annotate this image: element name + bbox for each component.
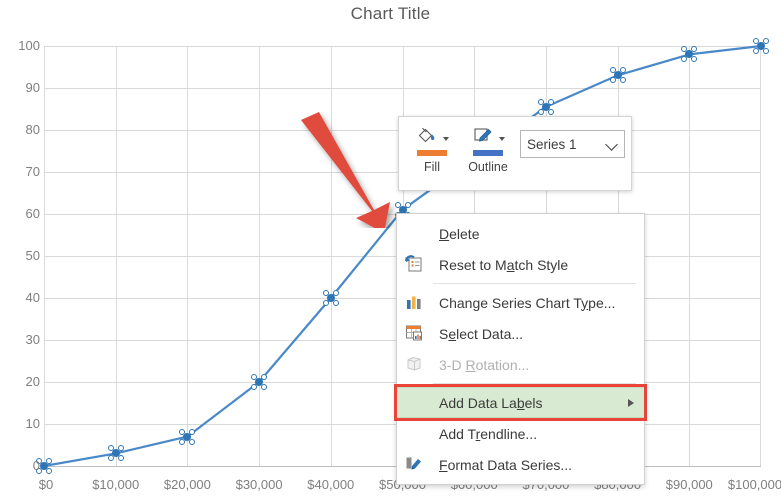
paint-bucket-icon bbox=[418, 127, 434, 143]
excel-chart-canvas[interactable]: Chart Title 0 10 20 30 40 50 60 70 80 90 100 $0 $10… bbox=[0, 0, 781, 502]
format-series-icon bbox=[405, 455, 431, 475]
outline-label: Outline bbox=[468, 160, 508, 174]
context-menu-item: 3-D Rotation... bbox=[397, 349, 644, 380]
context-menu-item[interactable]: Format Data Series... bbox=[397, 449, 644, 480]
data-point-marker[interactable] bbox=[107, 445, 124, 462]
selection-handle[interactable] bbox=[189, 428, 196, 435]
series-select-value: Series 1 bbox=[527, 136, 577, 152]
y-axis-tick-label: 10 bbox=[25, 416, 40, 431]
fill-label: Fill bbox=[424, 160, 440, 174]
y-axis-tick-label: 30 bbox=[25, 332, 40, 347]
outline-color-swatch bbox=[473, 150, 503, 156]
context-menu-item-label: Reset to Match Style bbox=[439, 256, 569, 273]
context-menu-item-label: Select Data... bbox=[439, 325, 524, 342]
pencil-outline-icon bbox=[473, 128, 492, 142]
y-axis-tick-label: 70 bbox=[25, 164, 40, 179]
context-menu-item-label: Change Series Chart Type... bbox=[439, 294, 616, 311]
selection-handle[interactable] bbox=[609, 77, 616, 84]
x-axis-tick-label: $40,000 bbox=[307, 477, 355, 492]
context-menu-item[interactable]: Change Series Chart Type... bbox=[397, 287, 644, 318]
y-axis-tick-label: 40 bbox=[25, 290, 40, 305]
select-data-icon bbox=[405, 324, 431, 344]
context-menu-item-label: Format Data Series... bbox=[439, 456, 573, 473]
outline-dropdown-caret[interactable] bbox=[498, 137, 505, 141]
data-point-marker[interactable] bbox=[753, 38, 769, 54]
fill-dropdown-caret[interactable] bbox=[442, 137, 449, 141]
marker-core bbox=[326, 294, 335, 302]
y-axis-tick-label: 80 bbox=[25, 122, 40, 137]
context-menu-item[interactable]: Add Trendline... bbox=[397, 418, 644, 449]
fill-button[interactable]: Fill bbox=[405, 123, 459, 174]
context-menu[interactable]: Delete Reset to Match Style Change Series … bbox=[394, 213, 647, 485]
chevron-down-icon bbox=[607, 139, 618, 150]
x-axis-tick-label: $0 bbox=[38, 477, 54, 492]
y-axis-tick-label: 20 bbox=[25, 374, 40, 389]
selection-handle[interactable] bbox=[117, 455, 124, 462]
x-axis-tick-label: $10,000 bbox=[92, 477, 140, 492]
selection-handle[interactable] bbox=[261, 384, 268, 390]
context-menu-separator bbox=[433, 383, 636, 384]
x-axis-tick-label: $90,000 bbox=[665, 477, 713, 492]
y-axis-tick-label: 100 bbox=[18, 38, 40, 53]
selection-handle[interactable] bbox=[619, 77, 626, 84]
fill-color-swatch bbox=[417, 150, 447, 156]
context-menu-item-label: Add Trendline... bbox=[439, 425, 538, 442]
y-axis-tick-label: 60 bbox=[25, 206, 40, 221]
data-point-marker[interactable] bbox=[36, 458, 52, 474]
x-axis-tick-label: $20,000 bbox=[163, 477, 211, 492]
data-point-marker[interactable] bbox=[179, 428, 196, 445]
marker-core bbox=[541, 102, 550, 111]
rotation-3d-icon bbox=[405, 355, 431, 375]
chart-title[interactable]: Chart Title bbox=[0, 4, 781, 24]
context-menu-item[interactable]: Reset to Match Style bbox=[397, 249, 644, 280]
menu-icon-placeholder bbox=[405, 424, 431, 444]
reset-style-icon bbox=[405, 254, 431, 275]
mini-toolbar[interactable]: Fill Outline Series 1 bbox=[398, 116, 632, 191]
chart-type-icon bbox=[405, 293, 431, 313]
marker-core bbox=[757, 42, 765, 50]
data-point-marker[interactable] bbox=[251, 374, 268, 390]
context-menu-item-label: Add Data Labels bbox=[439, 394, 543, 411]
outline-button[interactable]: Outline bbox=[461, 123, 515, 174]
data-point-marker[interactable] bbox=[609, 67, 626, 84]
context-menu-item[interactable]: Select Data... bbox=[397, 318, 644, 349]
submenu-arrow-icon[interactable] bbox=[628, 399, 634, 407]
x-axis-tick-label: $30,000 bbox=[235, 477, 283, 492]
data-point-marker[interactable] bbox=[681, 46, 698, 63]
menu-icon-placeholder bbox=[405, 393, 431, 413]
y-axis-tick-label: 90 bbox=[25, 80, 40, 95]
marker-core bbox=[40, 462, 48, 470]
y-axis-tick-label: 0 bbox=[32, 458, 40, 473]
y-axis-tick-label: 50 bbox=[25, 248, 40, 263]
series-select-dropdown[interactable]: Series 1 bbox=[520, 130, 625, 158]
context-menu-item-label: Delete bbox=[439, 225, 480, 242]
selection-handle[interactable] bbox=[691, 56, 698, 63]
data-point-marker[interactable] bbox=[537, 98, 554, 115]
marker-core bbox=[613, 71, 622, 80]
selection-handle[interactable] bbox=[763, 48, 769, 54]
context-menu-separator bbox=[433, 283, 636, 284]
context-menu-item-label: 3-D Rotation... bbox=[439, 356, 530, 373]
marker-core bbox=[183, 432, 192, 441]
data-point-marker[interactable] bbox=[322, 290, 339, 306]
menu-icon-placeholder bbox=[405, 224, 431, 244]
x-axis-tick-label: $100,000 bbox=[727, 477, 781, 492]
selection-handle[interactable] bbox=[189, 438, 196, 445]
context-menu-item[interactable]: Add Data Labels bbox=[394, 384, 647, 421]
context-menu-item[interactable]: Delete bbox=[397, 218, 644, 249]
selection-handle[interactable] bbox=[46, 468, 52, 474]
